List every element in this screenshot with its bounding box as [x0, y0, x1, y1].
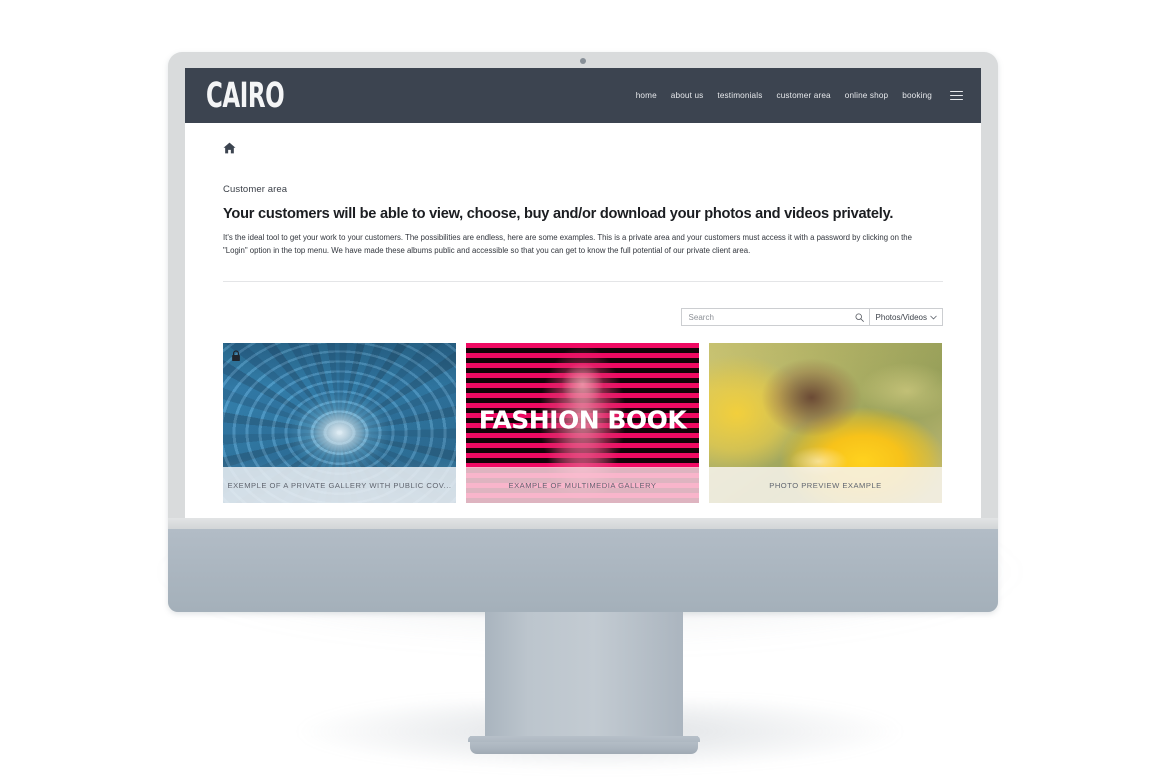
- page-eyebrow-label: Customer area: [223, 184, 288, 195]
- hamburger-line: [950, 94, 963, 97]
- nav-item-booking[interactable]: booking: [902, 91, 932, 100]
- hamburger-line: [950, 98, 963, 101]
- monitor-chin-seam: [168, 518, 998, 529]
- page-body: Customer area Your customers will be abl…: [185, 123, 981, 504]
- monitor-screen: CAIRO home about us testimonials custome…: [185, 68, 981, 518]
- page-description: It's the ideal tool to get your work to …: [223, 233, 912, 255]
- gallery-overlay-title: FASHION BOOK: [478, 405, 687, 435]
- monitor-device: CAIRO home about us testimonials custome…: [168, 52, 998, 612]
- gallery-caption: EXEMPLE OF A PRIVATE GALLERY WITH PUBLIC…: [223, 467, 456, 504]
- search-icon[interactable]: [855, 313, 864, 322]
- nav-item-about-us[interactable]: about us: [671, 91, 704, 100]
- search-box[interactable]: [680, 308, 870, 327]
- gallery-card-private-gallery[interactable]: EXEMPLE OF A PRIVATE GALLERY WITH PUBLIC…: [223, 343, 456, 504]
- monitor-chin: [168, 529, 998, 612]
- lock-icon: [232, 350, 240, 362]
- camera-dot-icon: [580, 58, 586, 64]
- hamburger-icon[interactable]: [950, 90, 963, 101]
- media-filter-select[interactable]: Photos/Videos: [869, 308, 943, 327]
- monitor-stand-neck: [485, 612, 683, 744]
- nav-item-home[interactable]: home: [636, 91, 657, 100]
- search-toolbar: Photos/Videos: [223, 308, 943, 327]
- gallery-grid: EXEMPLE OF A PRIVATE GALLERY WITH PUBLIC…: [223, 343, 943, 504]
- brand-logo[interactable]: CAIRO: [206, 78, 285, 113]
- gallery-caption: EXAMPLE OF MULTIMEDIA GALLERY: [466, 467, 699, 504]
- hamburger-line: [950, 90, 963, 93]
- section-divider: [223, 281, 943, 283]
- monitor-top-bezel: [168, 52, 998, 68]
- monitor-stand-base: [468, 736, 700, 754]
- chevron-down-icon: [930, 315, 937, 320]
- breadcrumb: [223, 123, 943, 154]
- main-navigation: home about us testimonials customer area…: [636, 90, 963, 101]
- search-input[interactable]: [688, 312, 852, 322]
- page-title: Your customers will be able to view, cho…: [223, 206, 894, 222]
- site-header: CAIRO home about us testimonials custome…: [185, 68, 981, 123]
- nav-item-online-shop[interactable]: online shop: [845, 91, 889, 100]
- gallery-caption: PHOTO PREVIEW EXAMPLE: [709, 467, 942, 504]
- home-icon[interactable]: [223, 142, 236, 154]
- gallery-card-multimedia-gallery[interactable]: FASHION BOOK EXAMPLE OF MULTIMEDIA GALLE…: [466, 343, 699, 504]
- nav-item-testimonials[interactable]: testimonials: [717, 91, 762, 100]
- gallery-card-photo-preview[interactable]: PHOTO PREVIEW EXAMPLE: [709, 343, 942, 504]
- media-filter-label: Photos/Videos: [875, 312, 927, 322]
- nav-item-customer-area[interactable]: customer area: [776, 91, 830, 100]
